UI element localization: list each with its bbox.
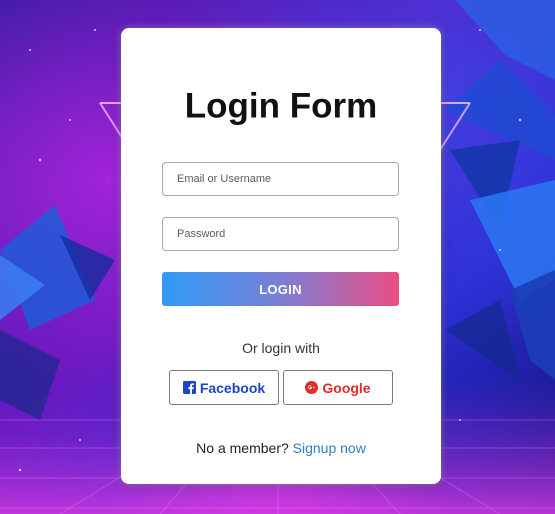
password-field[interactable]: [162, 217, 399, 251]
facebook-login-button[interactable]: Facebook: [169, 370, 279, 405]
facebook-label: Facebook: [199, 379, 266, 396]
login-button[interactable]: LOGIN: [162, 272, 399, 306]
email-field[interactable]: [162, 162, 399, 196]
or-login-with-text: Or login with: [242, 340, 320, 356]
signup-row: No a member? Signup now: [121, 441, 441, 455]
google-label: Google: [322, 379, 371, 396]
signup-link[interactable]: Signup now: [293, 440, 366, 456]
signup-prompt: No a member?: [196, 440, 293, 456]
page-title: Login Form: [184, 86, 378, 126]
login-card: Login Form LOGIN Or login with Facebook …: [121, 28, 441, 484]
google-plus-icon: [305, 381, 319, 394]
google-login-button[interactable]: Google: [283, 370, 393, 405]
facebook-icon: [182, 381, 196, 394]
